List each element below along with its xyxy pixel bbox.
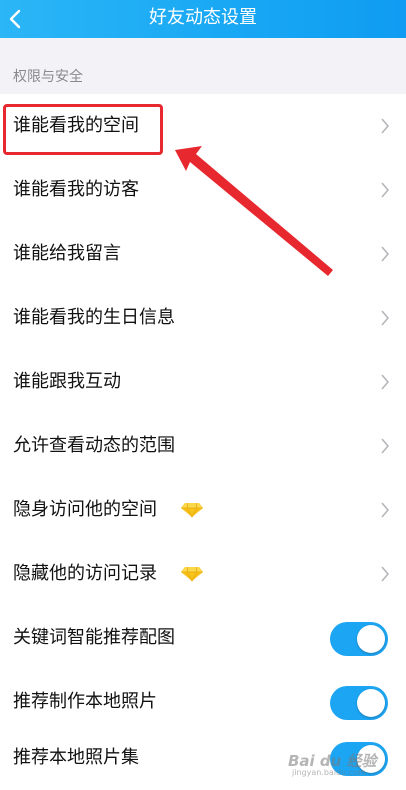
settings-item-label: 推荐本地照片集 [13, 747, 139, 768]
settings-item-who-can-leave-message[interactable]: 谁能给我留言 [0, 222, 406, 286]
baidu-jingyan-watermark: Bai du 经验 jingyan.baidu.com [288, 748, 398, 782]
settings-item-keyword-smart-image: 关键词智能推荐配图 [0, 606, 406, 670]
settings-item-who-can-view-birthday[interactable]: 谁能看我的生日信息 [0, 286, 406, 350]
chevron-right-icon [381, 438, 390, 454]
settings-item-feed-visibility-range[interactable]: 允许查看动态的范围 [0, 414, 406, 478]
chevron-right-icon [381, 502, 390, 518]
settings-item-who-can-view-space[interactable]: 谁能看我的空间 [0, 94, 406, 158]
settings-item-label: 允许查看动态的范围 [13, 435, 175, 456]
diamond-icon [181, 566, 203, 582]
toggle-knob [357, 689, 385, 717]
local-photos-toggle[interactable] [330, 686, 388, 720]
settings-item-label: 谁能看我的生日信息 [13, 307, 175, 328]
settings-item-label: 隐身访问他的空间 [13, 499, 157, 520]
settings-item-label: 谁能看我的空间 [13, 115, 139, 136]
chevron-right-icon [381, 374, 390, 390]
settings-item-recommend-local-photos: 推荐制作本地照片 [0, 670, 406, 734]
navigation-bar: 好友动态设置 [0, 0, 406, 38]
settings-item-label: 关键词智能推荐配图 [13, 627, 175, 648]
settings-item-who-can-interact[interactable]: 谁能跟我互动 [0, 350, 406, 414]
chevron-right-icon [381, 118, 390, 134]
chevron-right-icon [381, 310, 390, 326]
settings-item-label: 谁能给我留言 [13, 243, 121, 264]
chevron-right-icon [381, 566, 390, 582]
settings-item-label: 推荐制作本地照片 [13, 691, 157, 712]
settings-item-label: 谁能看我的访客 [13, 179, 139, 200]
keyword-image-toggle[interactable] [330, 622, 388, 656]
settings-item-label: 隐藏他的访问记录 [13, 563, 157, 584]
settings-item-label: 谁能跟我互动 [13, 371, 121, 392]
section-label: 权限与安全 [13, 69, 83, 85]
diamond-icon [181, 502, 203, 518]
chevron-right-icon [381, 246, 390, 262]
settings-list: 谁能看我的空间 谁能看我的访客 谁能给我留言 谁能看我的生日信息 谁能跟我互动 … [0, 94, 406, 790]
section-header: 权限与安全 [0, 38, 406, 94]
toggle-knob [357, 625, 385, 653]
settings-item-hide-visit-record[interactable]: 隐藏他的访问记录 [0, 542, 406, 606]
page-title: 好友动态设置 [149, 7, 257, 28]
settings-item-who-can-view-visitors[interactable]: 谁能看我的访客 [0, 158, 406, 222]
settings-item-invisible-visit[interactable]: 隐身访问他的空间 [0, 478, 406, 542]
watermark-subtext: jingyan.baidu.com [292, 768, 366, 777]
chevron-right-icon [381, 182, 390, 198]
